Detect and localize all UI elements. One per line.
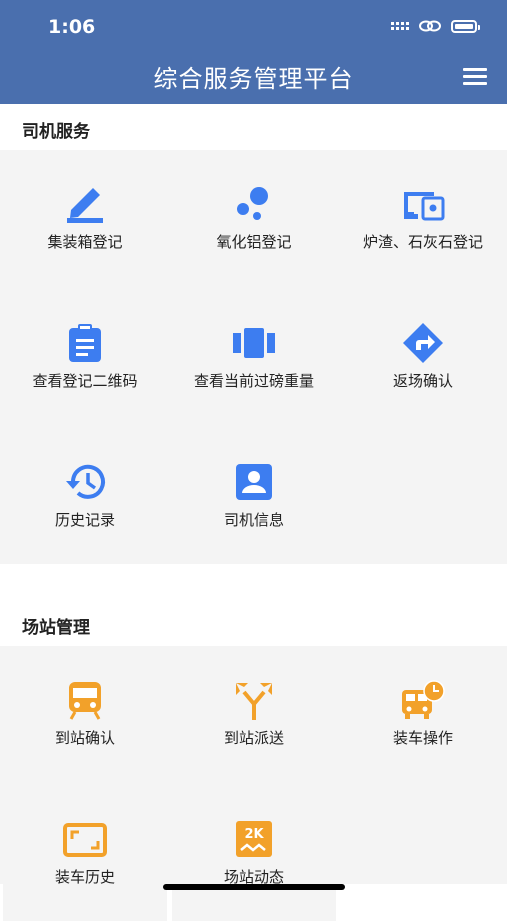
tile-current-weight[interactable]: 查看当前过磅重量 xyxy=(172,291,336,425)
bubbles-icon xyxy=(237,187,268,220)
tile-label: 到站确认 xyxy=(54,729,115,747)
home-indicator[interactable] xyxy=(163,884,345,890)
devices-icon xyxy=(404,192,445,221)
status-icons xyxy=(391,19,480,33)
tile-return-confirm[interactable]: 返场确认 xyxy=(341,291,505,425)
tile-loading-operation[interactable]: 装车操作 xyxy=(341,648,505,782)
tile-label: 炉渣、石灰石登记 xyxy=(362,233,483,251)
section-title-station: 场站管理 xyxy=(22,618,90,638)
tile-label: 氧化铝登记 xyxy=(216,233,292,251)
train-icon xyxy=(69,682,101,720)
tile-slag-limestone-register[interactable]: 炉渣、石灰石登记 xyxy=(341,152,505,286)
page-title: 综合服务管理平台 xyxy=(153,65,354,93)
history-icon xyxy=(66,464,105,499)
tile-label: 查看登记二维码 xyxy=(32,372,138,390)
split-arrow-icon xyxy=(236,683,272,720)
tile-view-qrcode[interactable]: 查看登记二维码 xyxy=(3,291,167,425)
tile-loading-history[interactable]: 装车历史 xyxy=(3,787,167,921)
menu-button[interactable] xyxy=(463,68,487,85)
tile-container-register[interactable]: 集装箱登记 xyxy=(3,152,167,286)
pencil-icon xyxy=(67,188,103,223)
tile-label: 司机信息 xyxy=(223,511,284,529)
tile-label: 集装箱登记 xyxy=(47,233,123,251)
tile-arrival-dispatch[interactable]: 到站派送 xyxy=(172,648,336,782)
link-icon xyxy=(419,20,441,32)
tile-station-dynamics[interactable]: 2K 场站动态 xyxy=(172,787,336,921)
bus-clock-icon xyxy=(402,680,445,719)
battery-icon xyxy=(451,19,480,33)
tile-history[interactable]: 历史记录 xyxy=(3,430,167,564)
tile-alumina-register[interactable]: 氧化铝登记 xyxy=(172,152,336,286)
svg-text:2K: 2K xyxy=(244,827,264,842)
carousel-icon xyxy=(233,328,275,358)
tile-label: 返场确认 xyxy=(392,372,453,390)
clipboard-icon xyxy=(69,324,101,362)
tile-label: 到站派送 xyxy=(223,729,284,747)
status-time: 1:06 xyxy=(48,16,96,38)
contact-card-icon xyxy=(236,464,272,500)
tile-arrival-confirm[interactable]: 到站确认 xyxy=(3,648,167,782)
signal-icon xyxy=(391,22,409,30)
tile-label: 历史记录 xyxy=(54,511,115,529)
frame-icon xyxy=(63,823,107,857)
tile-driver-info[interactable]: 司机信息 xyxy=(172,430,336,564)
tile-label: 查看当前过磅重量 xyxy=(193,372,314,390)
tile-label: 装车历史 xyxy=(54,868,115,886)
2k-icon: 2K xyxy=(236,821,272,857)
tile-label: 装车操作 xyxy=(392,729,453,747)
app-header: 1:06 综合服务管理平台 xyxy=(0,0,507,104)
turn-right-icon xyxy=(403,323,443,363)
section-title-driver: 司机服务 xyxy=(22,122,90,142)
